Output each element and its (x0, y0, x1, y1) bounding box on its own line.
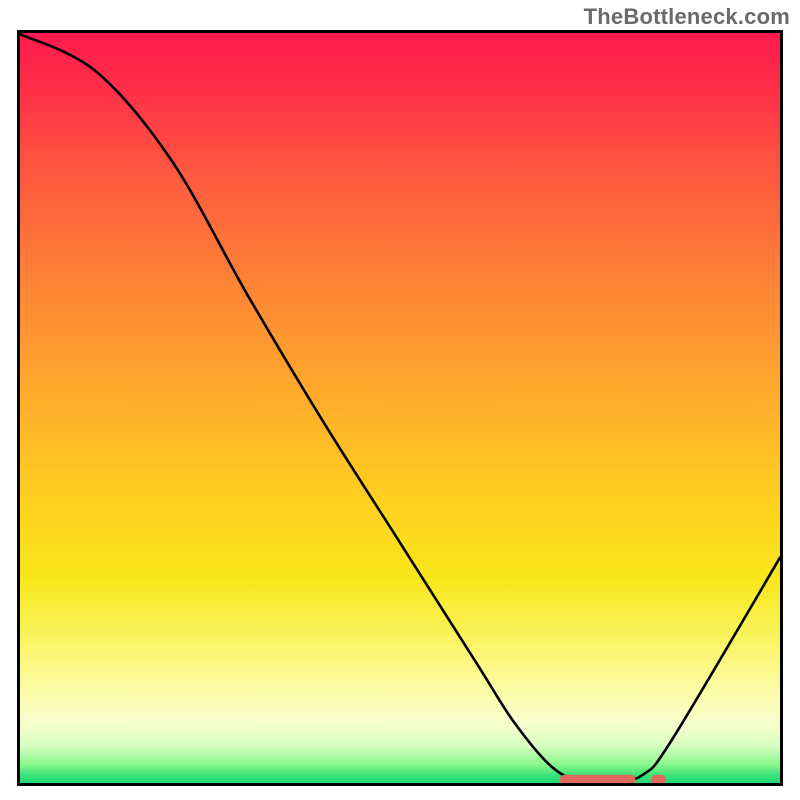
optimal-markers (560, 775, 666, 783)
attribution-text: TheBottleneck.com (584, 4, 790, 30)
chart-plot-area (17, 30, 783, 786)
bottleneck-curve (20, 33, 780, 783)
curve-path (20, 34, 780, 783)
